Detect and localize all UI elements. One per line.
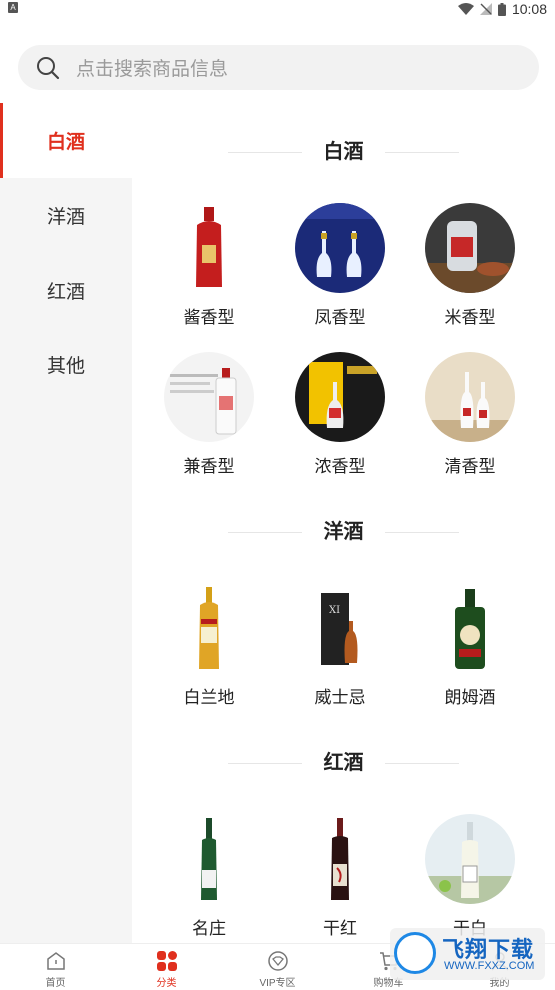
section-title-baijiu: 白酒 — [132, 140, 555, 164]
category-item-ganbai[interactable]: 干白 — [410, 814, 530, 939]
category-content: 白酒 酱香型 凤香型 米香型 兼香型 浓香型 清香型 洋酒 白兰地 XI 威士忌… — [132, 103, 555, 943]
no-signal-icon — [479, 3, 492, 15]
category-item-brandy[interactable]: 白兰地 — [149, 583, 269, 708]
baijiu-jar-icon — [425, 203, 515, 293]
whisky-box-icon: XI — [295, 583, 385, 673]
category-item-jiangxiang[interactable]: 酱香型 — [149, 203, 269, 328]
home-icon — [45, 950, 67, 972]
brandy-bottle-icon — [164, 583, 254, 673]
baijiu-clear-bottles-icon — [295, 203, 385, 293]
sidebar-item-yangjiu[interactable]: 洋酒 — [0, 178, 132, 253]
clock: 10:08 — [511, 1, 547, 17]
category-item-label: 朗姆酒 — [444, 688, 496, 707]
battery-icon — [497, 2, 506, 16]
watermark-logo-icon — [394, 932, 436, 974]
category-item-label: 清香型 — [444, 457, 496, 476]
sidebar-item-baijiu[interactable]: 白酒 — [0, 103, 132, 178]
category-item-label: 浓香型 — [314, 457, 366, 476]
baijiu-gift-box-icon — [295, 352, 385, 442]
green-bottle-icon — [425, 583, 515, 673]
watermark-url: WWW.FXXZ.COM — [444, 960, 535, 972]
category-item-label: 白兰地 — [183, 688, 235, 707]
category-item-mixiang[interactable]: 米香型 — [410, 203, 530, 328]
search-icon — [36, 56, 60, 80]
category-item-nongxiang[interactable]: 浓香型 — [280, 352, 400, 477]
category-item-label: 米香型 — [444, 308, 496, 327]
search-placeholder: 点击搜索商品信息 — [76, 59, 229, 80]
baijiu-white-bottle-icon — [164, 352, 254, 442]
category-item-label: 凤香型 — [314, 308, 366, 327]
watermark: 飞翔下载 WWW.FXXZ.COM — [390, 928, 545, 980]
sidebar-item-other[interactable]: 其他 — [0, 327, 132, 402]
category-item-whisky[interactable]: XI 威士忌 — [280, 583, 400, 708]
green-wine-bottle-icon — [164, 814, 254, 904]
category-item-label: 酱香型 — [183, 308, 235, 327]
tab-home[interactable]: 首页 — [0, 944, 111, 990]
category-item-label: 兼香型 — [183, 457, 235, 476]
svg-text:XI: XI — [329, 605, 340, 616]
category-icon — [156, 950, 178, 972]
tab-category[interactable]: 分类 — [111, 944, 222, 990]
dark-wine-bottle-icon — [295, 814, 385, 904]
section-title-hongjiu: 红酒 — [132, 751, 555, 775]
category-item-qingxiang[interactable]: 清香型 — [410, 352, 530, 477]
category-sidebar: 白酒 洋酒 红酒 其他 — [0, 103, 132, 943]
category-item-jianxiang[interactable]: 兼香型 — [149, 352, 269, 477]
tab-label: VIP专区 — [259, 978, 296, 989]
category-item-label: 威士忌 — [314, 688, 366, 707]
search-bar[interactable]: 点击搜索商品信息 — [18, 45, 539, 90]
category-item-ganhong[interactable]: 干红 — [280, 814, 400, 939]
vip-icon — [267, 950, 289, 972]
sidebar-item-hongjiu[interactable]: 红酒 — [0, 253, 132, 328]
category-item-rum[interactable]: 朗姆酒 — [410, 583, 530, 708]
tab-label: 分类 — [156, 978, 177, 989]
wifi-icon — [457, 3, 474, 15]
tab-label: 首页 — [45, 978, 66, 989]
white-wine-bottle-icon — [425, 814, 515, 904]
baijiu-two-bottles-icon — [425, 352, 515, 442]
notification-icon: A — [8, 2, 18, 13]
tab-vip[interactable]: VIP专区 — [222, 944, 333, 990]
category-item-mingzhuang[interactable]: 名庄 — [149, 814, 269, 939]
category-item-fengxiang[interactable]: 凤香型 — [280, 203, 400, 328]
baijiu-red-bottle-icon — [164, 203, 254, 293]
status-bar: A 10:08 — [0, 0, 555, 18]
category-item-label: 名庄 — [192, 919, 226, 938]
section-title-yangjiu: 洋酒 — [132, 520, 555, 544]
category-item-label: 干红 — [323, 919, 357, 938]
